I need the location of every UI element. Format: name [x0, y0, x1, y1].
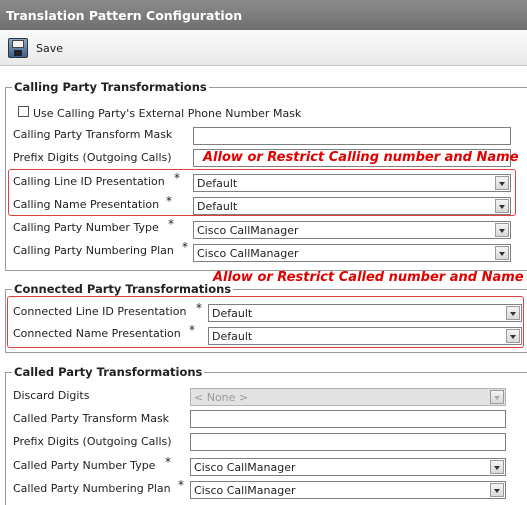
- called-numbering-plan-select[interactable]: Cisco CallManager: [190, 481, 506, 499]
- connected-presentation-highlight: [7, 296, 524, 348]
- called-prefix-digits-label: Prefix Digits (Outgoing Calls): [13, 435, 172, 448]
- toolbar: Save: [0, 30, 527, 66]
- called-annotation: Allow or Restrict Called number and Name: [213, 270, 524, 285]
- window-title: Translation Pattern Configuration: [0, 0, 527, 30]
- calling-number-type-value: Cisco CallManager: [197, 224, 299, 237]
- chevron-down-icon[interactable]: [495, 223, 509, 237]
- required-marker: *: [168, 217, 174, 231]
- called-transform-mask-label: Called Party Transform Mask: [13, 412, 170, 425]
- calling-number-type-label: Calling Party Number Type: [13, 221, 159, 234]
- chevron-down-icon[interactable]: [490, 460, 504, 474]
- calling-annotation: Allow or Restrict Calling number and Nam…: [203, 150, 519, 165]
- calling-number-type-select[interactable]: Cisco CallManager: [193, 221, 511, 239]
- chevron-down-icon: [490, 390, 504, 404]
- use-external-mask-label: Use Calling Party's External Phone Numbe…: [33, 107, 302, 120]
- required-marker: *: [182, 240, 188, 254]
- called-prefix-digits-input[interactable]: [190, 433, 506, 451]
- save-button[interactable]: Save: [8, 37, 63, 59]
- calling-party-legend: Calling Party Transformations: [12, 80, 209, 94]
- use-external-mask-checkbox[interactable]: [18, 106, 29, 117]
- called-party-section: Called Party Transformations Discard Dig…: [5, 365, 527, 505]
- called-number-type-label: Called Party Number Type: [13, 459, 156, 472]
- called-number-type-value: Cisco CallManager: [194, 461, 296, 474]
- calling-numbering-plan-value: Cisco CallManager: [197, 247, 299, 260]
- called-numbering-plan-label: Called Party Numbering Plan: [13, 482, 171, 495]
- calling-presentation-highlight: [8, 169, 516, 216]
- chevron-down-icon[interactable]: [490, 483, 504, 497]
- connected-party-legend: Connected Party Transformations: [12, 282, 234, 296]
- calling-numbering-plan-label: Calling Party Numbering Plan: [13, 244, 174, 257]
- required-marker: *: [178, 478, 184, 492]
- discard-digits-label: Discard Digits: [13, 389, 90, 402]
- calling-transform-mask-input[interactable]: [193, 127, 511, 145]
- calling-prefix-digits-label: Prefix Digits (Outgoing Calls): [13, 151, 172, 164]
- chevron-down-icon[interactable]: [495, 246, 509, 260]
- calling-transform-mask-label: Calling Party Transform Mask: [13, 128, 173, 141]
- called-numbering-plan-value: Cisco CallManager: [194, 484, 296, 497]
- called-party-legend: Called Party Transformations: [12, 365, 205, 379]
- called-number-type-select[interactable]: Cisco CallManager: [190, 458, 506, 476]
- called-transform-mask-input[interactable]: [190, 410, 506, 428]
- save-button-label: Save: [36, 41, 64, 55]
- required-marker: *: [165, 455, 171, 469]
- discard-digits-value: < None >: [194, 391, 249, 404]
- discard-digits-select: < None >: [190, 388, 506, 406]
- calling-numbering-plan-select[interactable]: Cisco CallManager: [193, 244, 511, 262]
- floppy-disk-icon: [8, 38, 28, 58]
